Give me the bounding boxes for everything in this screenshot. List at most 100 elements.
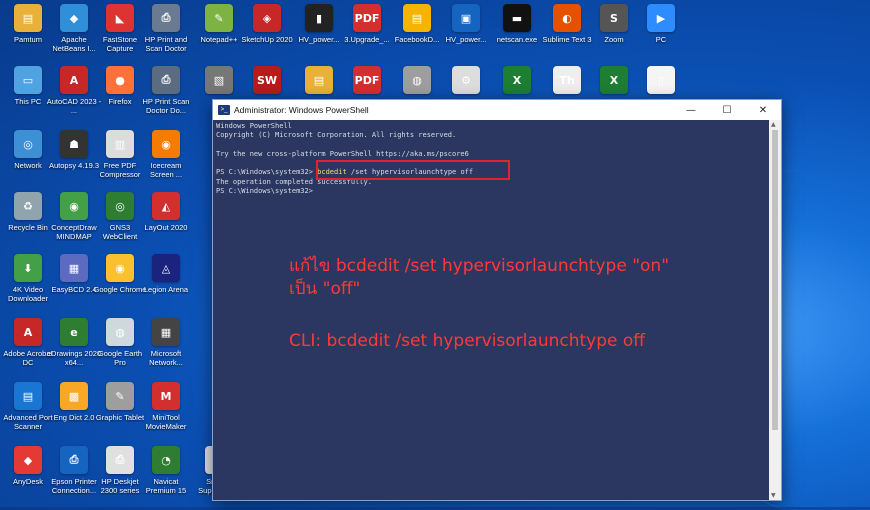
desktop-icon[interactable]: ● Firefox (96, 66, 144, 126)
app-icon: ▦ (152, 318, 180, 346)
desktop-icon[interactable]: ◉ Google Chrome (94, 254, 146, 314)
console-line: Windows PowerShell (216, 122, 292, 130)
desktop-icon-label: PC (655, 35, 667, 44)
app-icon: SW (253, 66, 281, 94)
console-line: Try the new cross-platform PowerShell ht… (216, 149, 469, 158)
desktop-icon[interactable]: S Zoom (590, 4, 638, 64)
desktop-icon[interactable]: ▭ This PC (4, 66, 52, 126)
powershell-titlebar[interactable]: >_ Administrator: Windows PowerShell — ☐… (213, 100, 781, 120)
app-icon: ▤ (305, 66, 333, 94)
app-icon: ⎙ (60, 446, 88, 474)
powershell-icon: >_ (218, 105, 230, 115)
desktop-icon-label: MiniTool MovieMaker (145, 413, 187, 431)
desktop-icon[interactable]: ◍ Google Earth Pro (96, 318, 144, 378)
desktop-icon[interactable]: ⎙ HP Deskjet 2300 series (96, 446, 144, 506)
app-icon: e (60, 318, 88, 346)
scrollbar[interactable]: ▲ ▼ (769, 120, 781, 500)
desktop-icon[interactable]: ⎙ HP Print and Scan Doctor (142, 4, 190, 64)
app-icon: ◉ (60, 192, 88, 220)
app-icon: ◎ (14, 130, 42, 158)
desktop-icon-label: Navicat Premium 15 (145, 477, 187, 495)
desktop-icon[interactable]: ▣ HV_power... (442, 4, 490, 64)
app-icon: ⬇ (14, 254, 42, 282)
desktop-icon-label: netscan.exe (496, 35, 538, 44)
minimize-button[interactable]: — (673, 100, 709, 120)
app-icon: ◐ (553, 4, 581, 32)
desktop-icon[interactable]: ▬ netscan.exe (493, 4, 541, 64)
desktop-icon[interactable]: ◎ GNS3 WebClient (96, 192, 144, 252)
desktop-icon[interactable]: ◣ FastStone Capture (96, 4, 144, 64)
app-icon: ◍ (106, 318, 134, 346)
app-icon: ◣ (106, 4, 134, 32)
desktop-icon[interactable]: ◔ Navicat Premium 15 (142, 446, 190, 506)
app-icon: ▧ (205, 66, 233, 94)
desktop-icon[interactable]: PDF 3.Upgrade_... (343, 4, 391, 64)
scroll-down-icon[interactable]: ▼ (771, 492, 776, 499)
app-icon: ◍ (403, 66, 431, 94)
desktop-icon-label: Microsoft Network... (149, 349, 183, 367)
app-icon: ✎ (106, 382, 134, 410)
desktop-icon[interactable]: ⎙ HP Print Scan Doctor Do... (142, 66, 190, 126)
desktop-icon[interactable]: ▶ PC (637, 4, 685, 64)
desktop-icon[interactable]: ▤ Pamtum (4, 4, 52, 64)
desktop-icon[interactable]: ⎙ Epson Printer Connection... (50, 446, 98, 506)
desktop-icon[interactable]: ☗ Autopsy 4.19.3 (49, 130, 99, 190)
annotation-line-1: แก้ไข bcdedit /set hypervisorlaunchtype … (289, 256, 670, 276)
app-icon: S (600, 4, 628, 32)
app-icon: ▩ (60, 382, 88, 410)
scroll-thumb[interactable] (772, 130, 778, 430)
desktop-icon[interactable]: ▦ EasyBCD 2.4 (50, 254, 98, 314)
app-icon: ▶ (647, 4, 675, 32)
scroll-up-icon[interactable]: ▲ (771, 121, 776, 128)
desktop-icon[interactable]: ◆ AnyDesk (4, 446, 52, 506)
desktop-icon[interactable]: ◭ LayOut 2020 (142, 192, 190, 252)
desktop: ▤ Pamtum ◆ Apache NetBeans I... ◣ FastStone C… (0, 0, 870, 510)
desktop-icon[interactable]: ✎ Graphic Tablet (96, 382, 144, 442)
app-icon: ▯ (647, 66, 675, 94)
desktop-icon[interactable]: ▤ FacebookD... (393, 4, 441, 64)
desktop-icon-label: LayOut 2020 (144, 223, 188, 232)
app-icon: ◆ (60, 4, 88, 32)
desktop-icon[interactable]: ♻ Recycle Bin (4, 192, 52, 252)
app-icon: ▥ (106, 130, 134, 158)
app-icon: ⎙ (152, 4, 180, 32)
desktop-icon[interactable]: ✎ Notepad++ (195, 4, 243, 64)
app-icon: ▭ (14, 66, 42, 94)
desktop-icon[interactable]: ◎ Network (4, 130, 52, 190)
desktop-icon[interactable]: ▦ Microsoft Network... (142, 318, 190, 378)
app-icon: M (152, 382, 180, 410)
desktop-icon[interactable]: ◉ ConceptDraw MINDMAP (50, 192, 98, 252)
desktop-icon[interactable]: M MiniTool MovieMaker (142, 382, 190, 442)
app-icon: ▤ (14, 382, 42, 410)
app-icon: PDF (353, 4, 381, 32)
desktop-icon-label: HP Print Scan Doctor Do... (142, 97, 190, 115)
app-icon: ◉ (106, 254, 134, 282)
desktop-icon[interactable]: ◐ Sublime Text 3 (542, 4, 592, 64)
desktop-icon-label: HP Print and Scan Doctor (144, 35, 188, 53)
maximize-button[interactable]: ☐ (709, 100, 745, 120)
desktop-icon[interactable]: A Adobe Acrobat DC (3, 318, 53, 378)
desktop-icon-label: HV_power... (445, 35, 487, 44)
desktop-icon[interactable]: ◆ Apache NetBeans I... (50, 4, 98, 64)
desktop-icon[interactable]: ▤ Advanced Port Scanner (3, 382, 53, 442)
desktop-icon[interactable]: ▮ HV_power... (295, 4, 343, 64)
app-icon: A (60, 66, 88, 94)
desktop-icon[interactable]: ◈ SketchUp 2020 (241, 4, 293, 64)
desktop-icon[interactable]: ◬ Legion Arena (142, 254, 190, 314)
desktop-icon[interactable]: ▩ Eng Dict 2.0 (50, 382, 98, 442)
app-icon: ▦ (60, 254, 88, 282)
desktop-icon[interactable]: ▥ Free PDF Compressor (96, 130, 144, 190)
command-highlight-box (316, 160, 510, 180)
app-icon: ◬ (152, 254, 180, 282)
desktop-icon[interactable]: e eDrawings 2020 x64... (47, 318, 101, 378)
close-button[interactable]: ✕ (745, 100, 781, 120)
app-icon: Th (553, 66, 581, 94)
desktop-icon-label: Icecream Screen ... (149, 161, 183, 179)
app-icon: PDF (353, 66, 381, 94)
app-icon: ▤ (14, 4, 42, 32)
desktop-icon[interactable]: ◉ Icecream Screen ... (142, 130, 190, 190)
desktop-icon[interactable]: ⬇ 4K Video Downloader (4, 254, 52, 314)
desktop-icon-label: 3.Upgrade_... (344, 35, 390, 44)
desktop-icon[interactable]: A AutoCAD 2023 - ... (47, 66, 101, 126)
window-title: Administrator: Windows PowerShell (234, 105, 369, 115)
